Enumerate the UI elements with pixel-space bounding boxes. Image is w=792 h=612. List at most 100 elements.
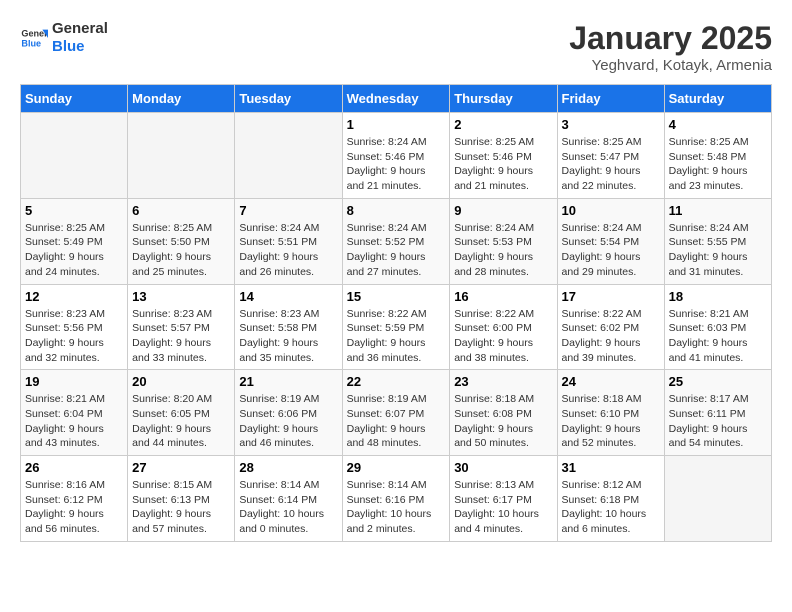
header-monday: Monday — [128, 85, 235, 113]
day-info: Sunrise: 8:21 AM Sunset: 6:04 PM Dayligh… — [25, 392, 123, 451]
day-cell: 4 Sunrise: 8:25 AM Sunset: 5:48 PM Daylig… — [664, 113, 771, 199]
day-number: 17 — [562, 289, 660, 304]
day-cell: 8 Sunrise: 8:24 AM Sunset: 5:52 PM Daylig… — [342, 198, 450, 284]
week-row-4: 19 Sunrise: 8:21 AM Sunset: 6:04 PM Dayli… — [21, 370, 772, 456]
day-cell: 17 Sunrise: 8:22 AM Sunset: 6:02 PM Dayli… — [557, 284, 664, 370]
day-info: Sunrise: 8:25 AM Sunset: 5:47 PM Dayligh… — [562, 135, 660, 194]
day-number: 21 — [239, 374, 337, 389]
day-cell: 7Sunrise: 8:24 AM Sunset: 5:51 PM Daylig… — [235, 198, 342, 284]
day-info: Sunrise: 8:24 AM Sunset: 5:55 PM Dayligh… — [669, 221, 767, 280]
day-info: Sunrise: 8:23 AM Sunset: 5:56 PM Dayligh… — [25, 307, 123, 366]
day-number: 5 — [25, 203, 123, 218]
day-cell — [664, 456, 771, 542]
day-number: 23 — [454, 374, 552, 389]
day-cell: 11 Sunrise: 8:24 AM Sunset: 5:55 PM Dayli… — [664, 198, 771, 284]
day-info: Sunrise: 8:14 AM Sunset: 6:16 PM Dayligh… — [347, 478, 446, 537]
day-number: 12 — [25, 289, 123, 304]
week-row-5: 26 Sunrise: 8:16 AM Sunset: 6:12 PM Dayli… — [21, 456, 772, 542]
day-cell: 21 Sunrise: 8:19 AM Sunset: 6:06 PM Dayli… — [235, 370, 342, 456]
day-info: Sunrise: 8:18 AM Sunset: 6:10 PM Dayligh… — [562, 392, 660, 451]
header-saturday: Saturday — [664, 85, 771, 113]
day-number: 2 — [454, 117, 552, 132]
day-info: Sunrise: 8:17 AM Sunset: 6:11 PM Dayligh… — [669, 392, 767, 451]
day-number: 19 — [25, 374, 123, 389]
day-cell: 2 Sunrise: 8:25 AM Sunset: 5:46 PM Daylig… — [450, 113, 557, 199]
day-cell: 20Sunrise: 8:20 AM Sunset: 6:05 PM Dayli… — [128, 370, 235, 456]
calendar-subtitle: Yeghvard, Kotayk, Armenia — [569, 57, 772, 74]
logo-line1: General — [52, 20, 108, 38]
day-cell: 29 Sunrise: 8:14 AM Sunset: 6:16 PM Dayli… — [342, 456, 450, 542]
day-info: Sunrise: 8:19 AM Sunset: 6:07 PM Dayligh… — [347, 392, 446, 451]
day-number: 27 — [132, 460, 230, 475]
day-info: Sunrise: 8:19 AM Sunset: 6:06 PM Dayligh… — [239, 392, 337, 451]
day-number: 9 — [454, 203, 552, 218]
day-info: Sunrise: 8:20 AM Sunset: 6:05 PM Dayligh… — [132, 392, 230, 451]
day-info: Sunrise: 8:25 AM Sunset: 5:48 PM Dayligh… — [669, 135, 767, 194]
day-cell: 14 Sunrise: 8:23 AM Sunset: 5:58 PM Dayli… — [235, 284, 342, 370]
day-cell — [128, 113, 235, 199]
logo-line2: Blue — [52, 38, 108, 56]
day-cell: 31 Sunrise: 8:12 AM Sunset: 6:18 PM Dayli… — [557, 456, 664, 542]
day-info: Sunrise: 8:22 AM Sunset: 6:02 PM Dayligh… — [562, 307, 660, 366]
header-friday: Friday — [557, 85, 664, 113]
day-cell: 13 Sunrise: 8:23 AM Sunset: 5:57 PM Dayli… — [128, 284, 235, 370]
header-tuesday: Tuesday — [235, 85, 342, 113]
day-number: 25 — [669, 374, 767, 389]
day-cell: 22 Sunrise: 8:19 AM Sunset: 6:07 PM Dayli… — [342, 370, 450, 456]
day-info: Sunrise: 8:12 AM Sunset: 6:18 PM Dayligh… — [562, 478, 660, 537]
day-number: 10 — [562, 203, 660, 218]
day-cell: 15 Sunrise: 8:22 AM Sunset: 5:59 PM Dayli… — [342, 284, 450, 370]
header-thursday: Thursday — [450, 85, 557, 113]
day-info: Sunrise: 8:25 AM Sunset: 5:46 PM Dayligh… — [454, 135, 552, 194]
day-number: 26 — [25, 460, 123, 475]
day-number: 4 — [669, 117, 767, 132]
day-cell: 9Sunrise: 8:24 AM Sunset: 5:53 PM Daylig… — [450, 198, 557, 284]
day-number: 16 — [454, 289, 552, 304]
day-number: 6 — [132, 203, 230, 218]
week-row-3: 12 Sunrise: 8:23 AM Sunset: 5:56 PM Dayli… — [21, 284, 772, 370]
day-cell: 28Sunrise: 8:14 AM Sunset: 6:14 PM Dayli… — [235, 456, 342, 542]
svg-text:Blue: Blue — [21, 38, 41, 48]
day-number: 14 — [239, 289, 337, 304]
day-info: Sunrise: 8:22 AM Sunset: 5:59 PM Dayligh… — [347, 307, 446, 366]
day-cell: 23Sunrise: 8:18 AM Sunset: 6:08 PM Dayli… — [450, 370, 557, 456]
day-number: 3 — [562, 117, 660, 132]
day-number: 30 — [454, 460, 552, 475]
title-block: January 2025 Yeghvard, Kotayk, Armenia — [569, 20, 772, 74]
day-info: Sunrise: 8:21 AM Sunset: 6:03 PM Dayligh… — [669, 307, 767, 366]
day-number: 11 — [669, 203, 767, 218]
day-cell — [235, 113, 342, 199]
day-info: Sunrise: 8:24 AM Sunset: 5:52 PM Dayligh… — [347, 221, 446, 280]
calendar-title: January 2025 — [569, 20, 772, 57]
day-number: 13 — [132, 289, 230, 304]
day-info: Sunrise: 8:14 AM Sunset: 6:14 PM Dayligh… — [239, 478, 337, 537]
header-sunday: Sunday — [21, 85, 128, 113]
day-cell: 1Sunrise: 8:24 AM Sunset: 5:46 PM Daylig… — [342, 113, 450, 199]
day-info: Sunrise: 8:13 AM Sunset: 6:17 PM Dayligh… — [454, 478, 552, 537]
day-number: 15 — [347, 289, 446, 304]
day-info: Sunrise: 8:16 AM Sunset: 6:12 PM Dayligh… — [25, 478, 123, 537]
day-cell: 26 Sunrise: 8:16 AM Sunset: 6:12 PM Dayli… — [21, 456, 128, 542]
logo-icon: General Blue — [20, 24, 48, 52]
day-cell: 25 Sunrise: 8:17 AM Sunset: 6:11 PM Dayli… — [664, 370, 771, 456]
day-number: 8 — [347, 203, 446, 218]
day-cell: 6Sunrise: 8:25 AM Sunset: 5:50 PM Daylig… — [128, 198, 235, 284]
page-header: General Blue General Blue January 2025 Y… — [20, 20, 772, 74]
day-cell: 30 Sunrise: 8:13 AM Sunset: 6:17 PM Dayli… — [450, 456, 557, 542]
day-number: 31 — [562, 460, 660, 475]
day-info: Sunrise: 8:25 AM Sunset: 5:49 PM Dayligh… — [25, 221, 123, 280]
header-wednesday: Wednesday — [342, 85, 450, 113]
day-info: Sunrise: 8:23 AM Sunset: 5:58 PM Dayligh… — [239, 307, 337, 366]
week-row-2: 5 Sunrise: 8:25 AM Sunset: 5:49 PM Daylig… — [21, 198, 772, 284]
day-cell: 27 Sunrise: 8:15 AM Sunset: 6:13 PM Dayli… — [128, 456, 235, 542]
day-info: Sunrise: 8:24 AM Sunset: 5:54 PM Dayligh… — [562, 221, 660, 280]
day-cell: 12 Sunrise: 8:23 AM Sunset: 5:56 PM Dayli… — [21, 284, 128, 370]
day-number: 29 — [347, 460, 446, 475]
day-info: Sunrise: 8:23 AM Sunset: 5:57 PM Dayligh… — [132, 307, 230, 366]
day-cell: 10 Sunrise: 8:24 AM Sunset: 5:54 PM Dayli… — [557, 198, 664, 284]
day-info: Sunrise: 8:15 AM Sunset: 6:13 PM Dayligh… — [132, 478, 230, 537]
day-number: 24 — [562, 374, 660, 389]
day-info: Sunrise: 8:24 AM Sunset: 5:51 PM Dayligh… — [239, 221, 337, 280]
day-number: 22 — [347, 374, 446, 389]
day-number: 1 — [347, 117, 446, 132]
